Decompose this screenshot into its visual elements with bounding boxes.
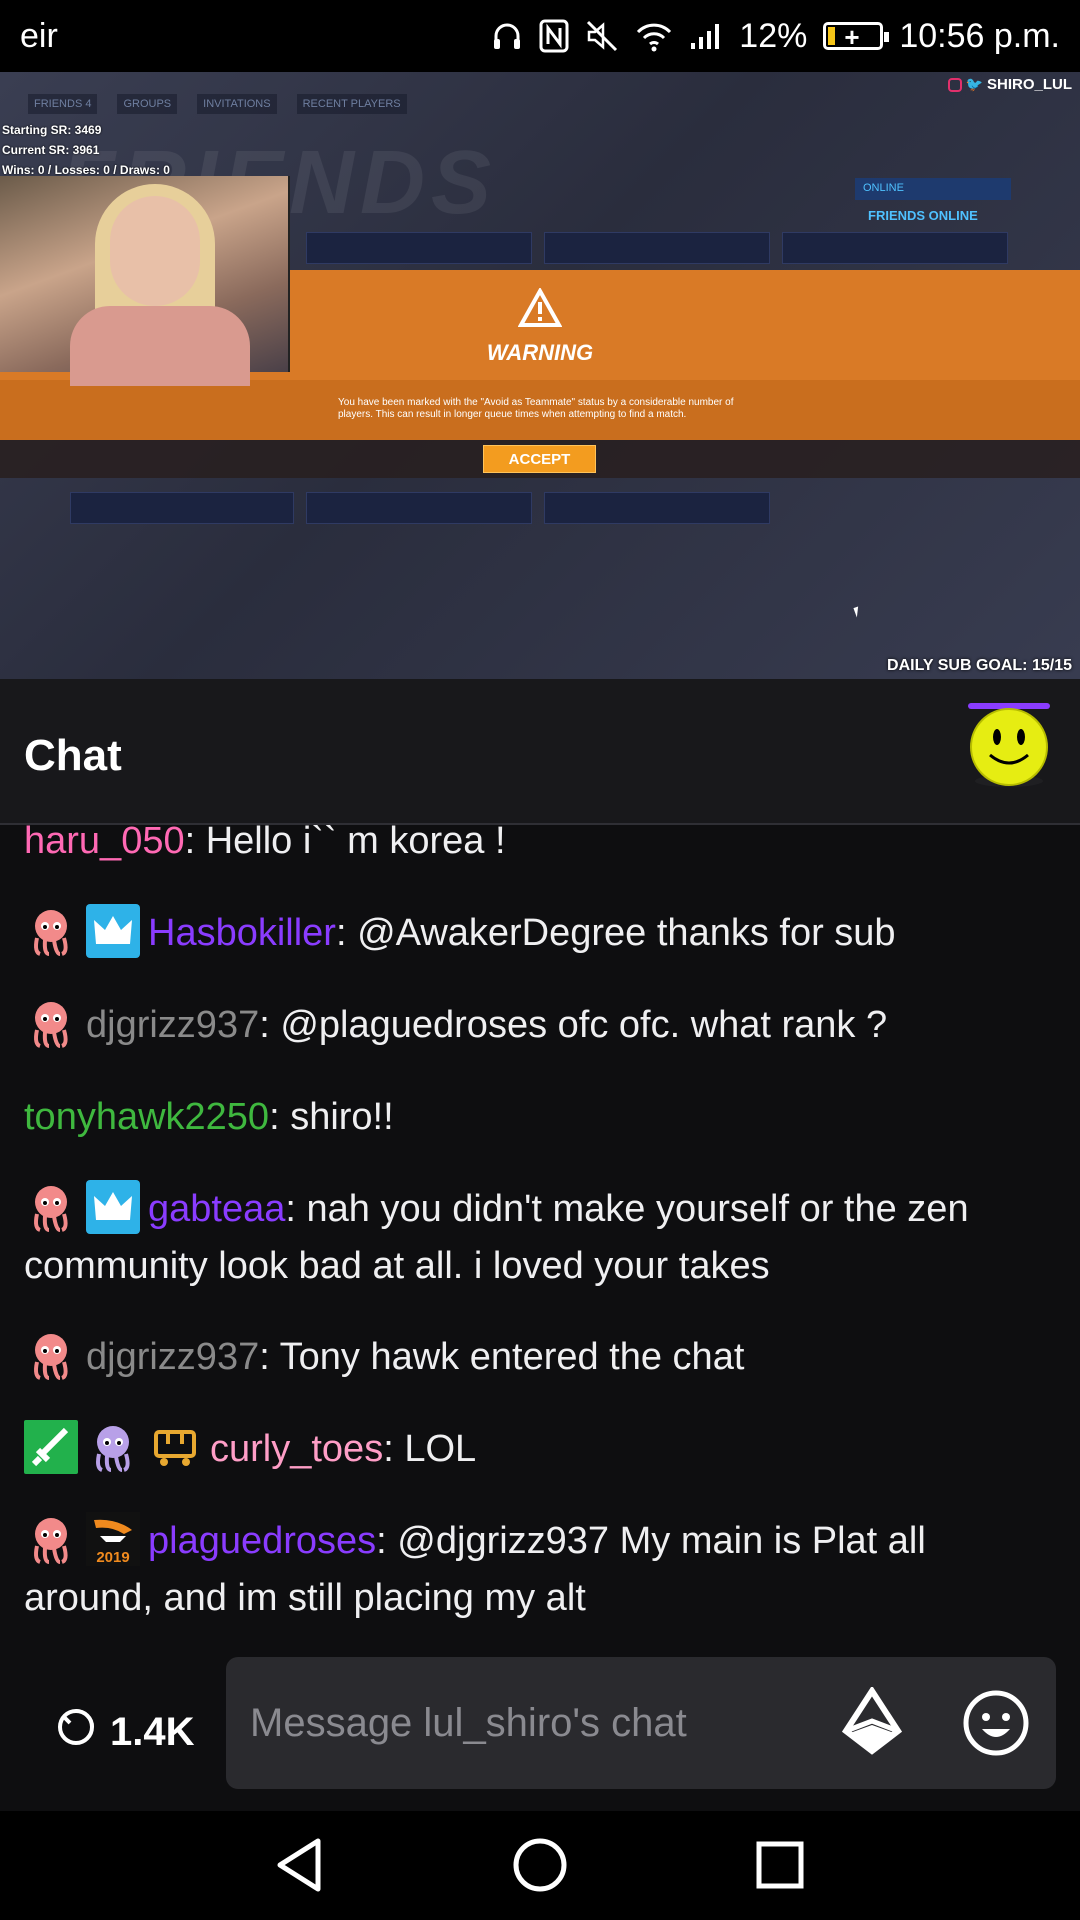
overlay-handle: SHIRO_LUL [986, 76, 1072, 93]
friend-card [544, 492, 770, 524]
chat-message-list[interactable]: haru_050: Hello i`` m korea ! Hasbokille… [0, 825, 1080, 1655]
current-sr: Current SR: 3961 [2, 143, 100, 157]
friend-card [306, 492, 532, 524]
instagram-icon [947, 77, 962, 92]
chat-input-placeholder: Message lul_shiro's chat [250, 1701, 687, 1745]
twitter-icon: 🐦 [965, 76, 983, 92]
squid-badge-icon[interactable] [24, 1328, 78, 1382]
friend-card [70, 492, 294, 524]
chat-text: : Hello i`` m korea ! [184, 825, 506, 862]
chat-username[interactable]: djgrizz937 [86, 1336, 259, 1378]
chat-message: Hasbokiller: @AwakerDegree thanks for su… [24, 903, 1056, 962]
chat-username[interactable]: djgrizz937 [86, 1004, 259, 1046]
chat-message-input[interactable]: Message lul_shiro's chat [226, 1657, 1056, 1789]
sr-stats: Starting SR: 3469 Current SR: 3961 Wins:… [2, 120, 170, 180]
smiley-icon[interactable] [966, 703, 1052, 789]
overwatch-league-badge-icon[interactable]: 2019 [86, 1511, 140, 1566]
status-dropdown: ONLINE [855, 178, 1011, 200]
chat-title: Chat [24, 731, 122, 780]
mute-icon [585, 19, 619, 53]
squid-purple-badge-icon[interactable] [86, 1420, 140, 1474]
starting-sr: Starting SR: 3469 [2, 123, 102, 137]
chat-message: djgrizz937: @plaguedroses ofc ofc. what … [24, 997, 1056, 1054]
status-bar: eir 12% + 10:56 p.m. [0, 0, 1080, 72]
mouse-cursor [853, 606, 862, 618]
crown-badge-icon[interactable] [86, 1179, 140, 1234]
chat-username[interactable]: plaguedroses [148, 1520, 376, 1562]
back-icon[interactable] [270, 1835, 330, 1895]
game-tab: GROUPS [117, 94, 178, 114]
chat-username[interactable]: curly_toes [210, 1428, 383, 1470]
chat-username[interactable]: haru_050 [24, 825, 185, 862]
battery-icon: + [823, 22, 890, 52]
squid-badge-icon[interactable] [24, 996, 78, 1050]
squid-badge-icon[interactable] [24, 1180, 78, 1234]
chat-header: Chat [0, 679, 1080, 825]
social-overlay: 🐦 SHIRO_LUL [947, 76, 1072, 93]
viewer-count: 1.4K [110, 1709, 195, 1754]
streamer-webcam [0, 176, 290, 386]
friend-card [782, 232, 1008, 264]
chat-text: : @plaguedroses ofc ofc. what rank ? [259, 1004, 888, 1046]
squid-badge-icon[interactable] [24, 904, 78, 958]
chat-message: tonyhawk2250: shiro!! [24, 1089, 1056, 1145]
warning-text: You have been marked with the "Avoid as … [338, 397, 734, 420]
crown-badge-icon[interactable] [86, 903, 140, 958]
home-icon[interactable] [510, 1835, 570, 1895]
game-nav: FRIENDS 4 GROUPS INVITATIONS RECENT PLAY… [28, 94, 407, 114]
viewers-icon [56, 1707, 96, 1757]
viewer-count-button[interactable]: 1.4K [56, 1707, 195, 1757]
recents-icon[interactable] [750, 1835, 810, 1895]
badge-year: 2019 [96, 1549, 129, 1566]
video-player[interactable]: FRIENDS FRIENDS 4 GROUPS INVITATIONS REC… [0, 72, 1080, 679]
chat-text: : Tony hawk entered the chat [259, 1336, 745, 1378]
chat-input-bar: 1.4K Message lul_shiro's chat [0, 1655, 1080, 1811]
sword-badge-icon[interactable] [24, 1419, 78, 1474]
cart-badge-icon[interactable] [148, 1420, 202, 1474]
bits-icon[interactable] [841, 1685, 903, 1762]
game-tab: RECENT PLAYERS [296, 94, 407, 114]
battery-percent: 12% [739, 16, 808, 55]
android-nav-bar [0, 1811, 1080, 1920]
chat-text: : shiro!! [269, 1096, 394, 1138]
game-tab: FRIENDS 4 [28, 94, 98, 114]
chat-message: haru_050: Hello i`` m korea ! [24, 825, 1056, 869]
chat-username[interactable]: gabteaa [148, 1188, 285, 1230]
chat-message: curly_toes: LOL [24, 1419, 1056, 1478]
friend-card [544, 232, 770, 264]
nfc-icon [539, 19, 569, 53]
chat-text: : LOL [383, 1428, 477, 1470]
clock: 10:56 p.m. [899, 16, 1060, 55]
wifi-icon [635, 20, 673, 52]
game-tab: INVITATIONS [197, 94, 277, 114]
signal-icon [689, 21, 723, 51]
chat-username[interactable]: Hasbokiller [148, 912, 336, 954]
carrier-label: eir [20, 16, 58, 55]
chat-username[interactable]: tonyhawk2250 [24, 1096, 269, 1138]
chat-message: djgrizz937: Tony hawk entered the chat [24, 1329, 1056, 1386]
friends-online-label: FRIENDS ONLINE [868, 208, 978, 223]
accept-button: ACCEPT [483, 445, 596, 473]
chat-message: 2019 plaguedroses: @djgrizz937 My main is… [24, 1511, 1056, 1626]
chat-message: gabteaa: nah you didn't make yourself or… [24, 1179, 1056, 1294]
chat-text: : @AwakerDegree thanks for sub [335, 912, 896, 954]
friend-card [306, 232, 532, 264]
sub-goal: DAILY SUB GOAL: 15/15 [887, 657, 1072, 674]
warning-icon [517, 286, 563, 328]
emote-picker-icon[interactable] [962, 1689, 1030, 1762]
squid-badge-icon[interactable] [24, 1512, 78, 1566]
headphones-icon [491, 20, 523, 52]
